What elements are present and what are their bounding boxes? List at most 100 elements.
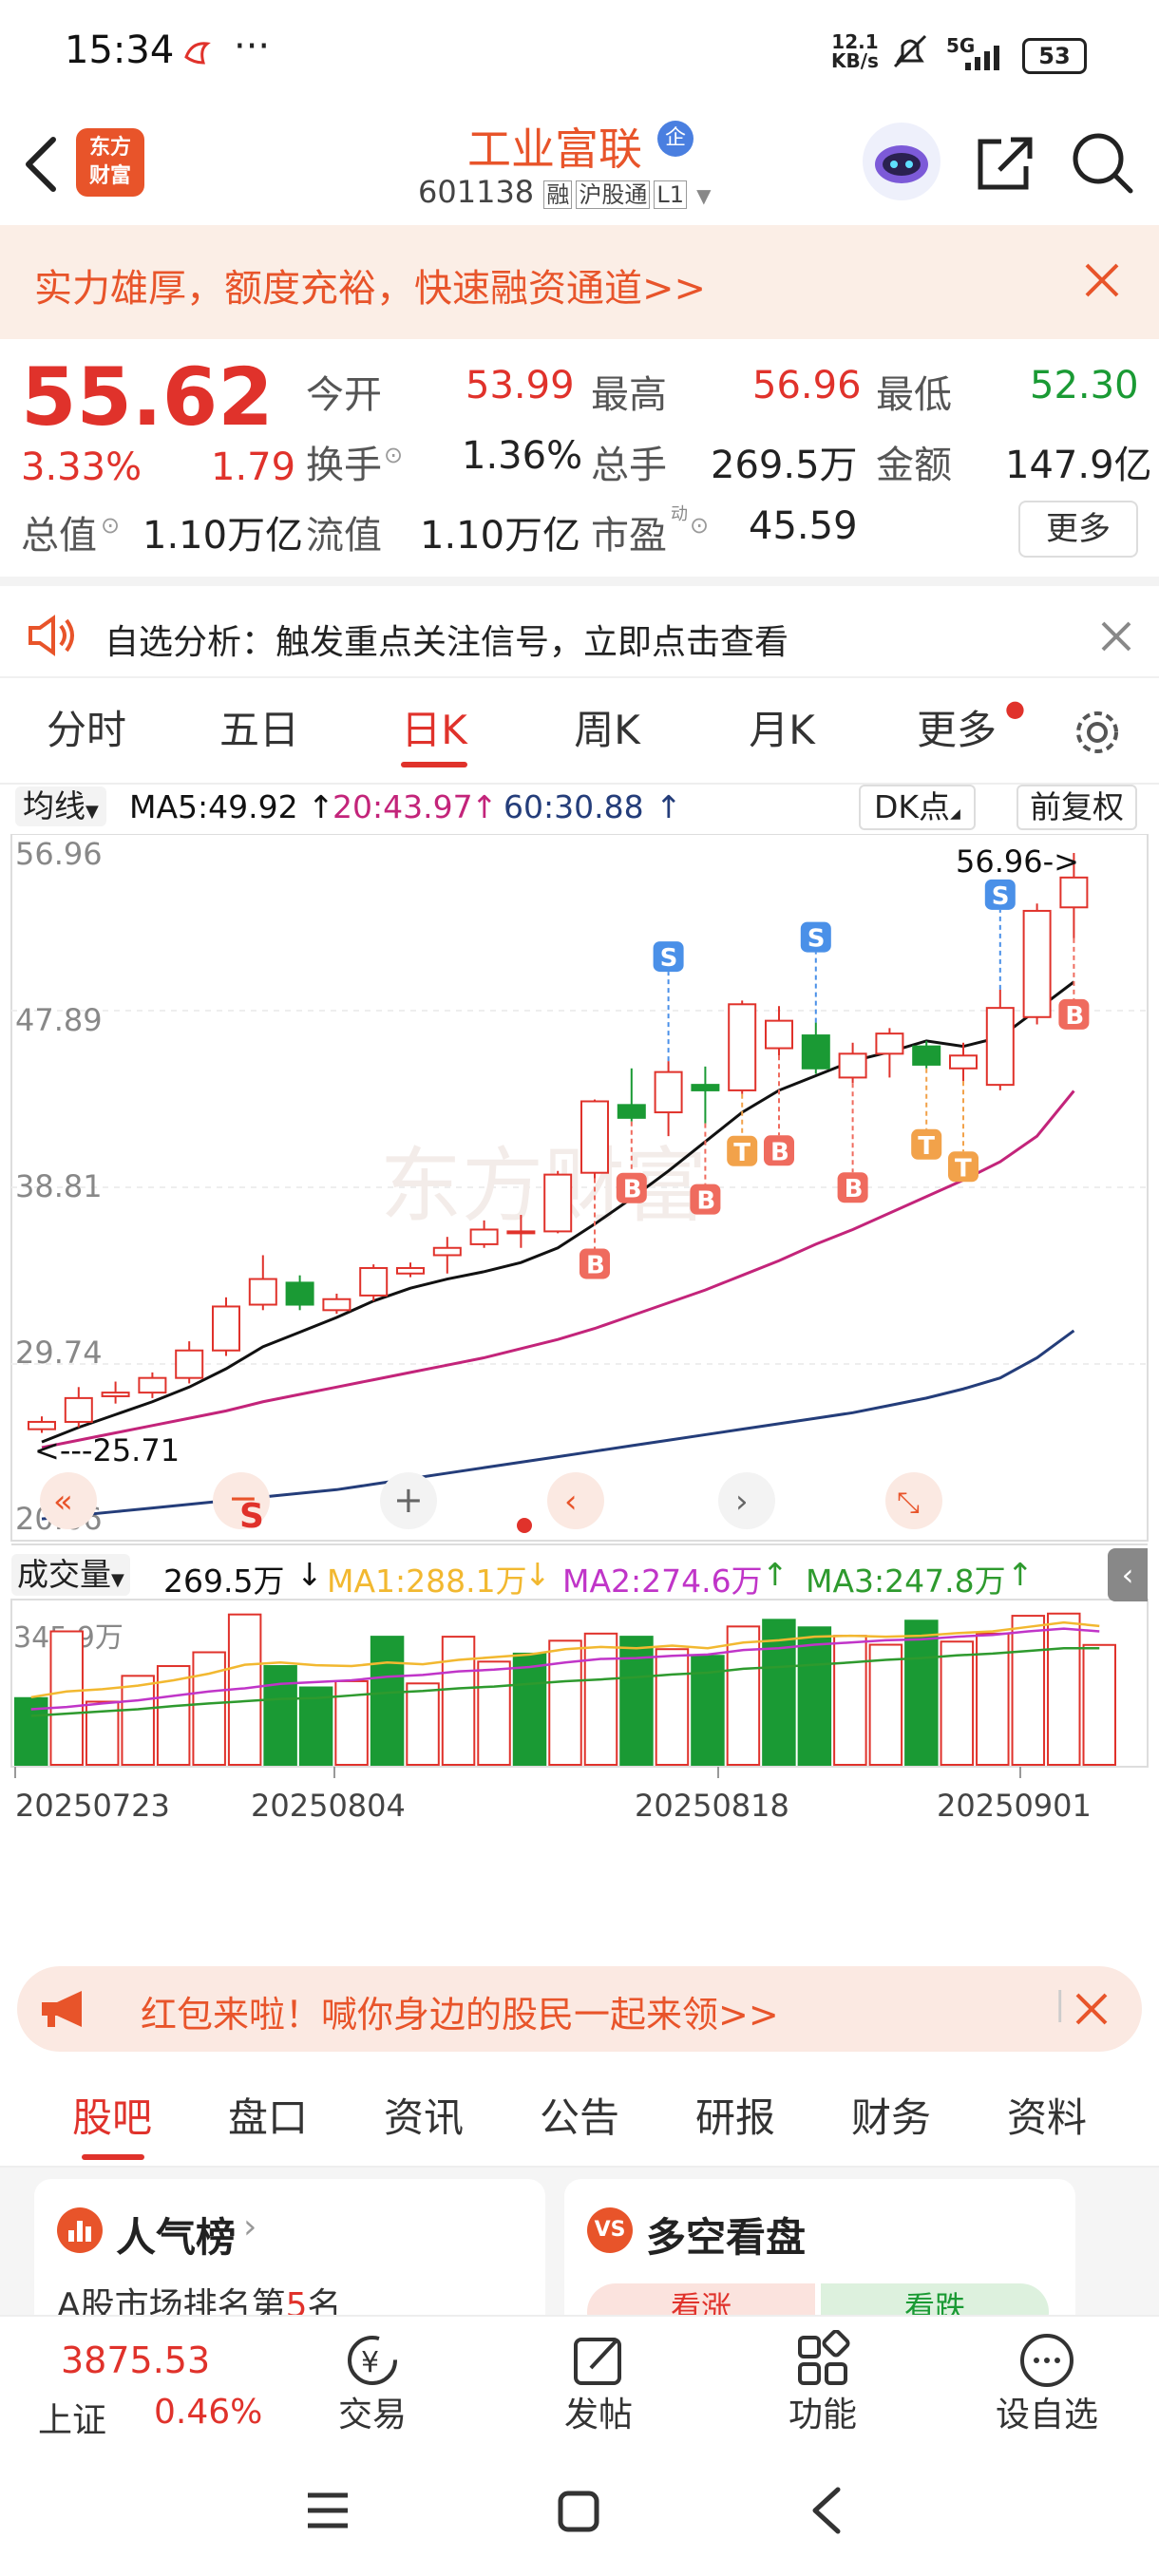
y-tick-label: 47.89 <box>15 1002 103 1038</box>
settings-gear-icon[interactable] <box>1072 707 1123 758</box>
more-dots-icon <box>1020 2334 1074 2387</box>
more-button[interactable]: 更多 <box>1018 501 1138 558</box>
trade-button[interactable]: ¥ 交易 <box>306 2317 439 2450</box>
candle[interactable] <box>691 1066 720 1124</box>
ma-selector[interactable]: 均线▼ <box>15 786 106 826</box>
red-packet-banner[interactable]: 红包来啦！喊你身边的股民一起来领>> | <box>17 1966 1142 2052</box>
tab-intraday[interactable]: 分时 <box>15 678 158 783</box>
kline-chart-area[interactable]: 东方财富 56.9647.8938.8129.7420.66 BBSBTBSBT… <box>0 833 1159 1888</box>
tab-more[interactable]: 更多 <box>885 678 1028 783</box>
candle[interactable] <box>248 1255 277 1311</box>
mktcap-info-icon[interactable]: ⊙ <box>101 512 120 539</box>
tab-monthly-k[interactable]: 月K <box>711 678 853 783</box>
volume-bar <box>904 1619 939 1766</box>
volume-bar <box>512 1652 547 1766</box>
candle[interactable] <box>580 1099 609 1179</box>
tab-five-day[interactable]: 五日 <box>188 678 331 783</box>
analysis-notice[interactable]: 自选分析：触发重点关注信号，立即点击查看 <box>0 577 1159 686</box>
candle[interactable] <box>617 1068 646 1122</box>
tab-profile[interactable]: 资料 <box>990 2071 1104 2166</box>
low-value: 52.30 <box>1030 364 1139 407</box>
post-button[interactable]: 发帖 <box>532 2317 665 2450</box>
net-speed-unit: KB/s <box>831 49 879 72</box>
candle[interactable] <box>543 1170 573 1234</box>
tab-finance[interactable]: 财务 <box>834 2071 948 2166</box>
index-widget[interactable]: 3875.53 上证 0.46% <box>38 2317 285 2450</box>
amount-value: 147.9亿 <box>1005 444 1152 487</box>
more-red-dot: ● <box>1005 695 1025 722</box>
collapse-panel-button[interactable]: ‹ <box>1108 1548 1148 1601</box>
long-short-card[interactable]: VS 多空看盘 看涨 看跌 <box>564 2179 1075 2315</box>
dk-point-toggle[interactable]: DK点◢ <box>859 785 976 830</box>
candle[interactable] <box>396 1262 425 1278</box>
candle[interactable] <box>101 1381 130 1404</box>
candle[interactable] <box>64 1387 93 1428</box>
volume-selector[interactable]: 成交量▼ <box>11 1554 130 1596</box>
candle[interactable] <box>175 1341 204 1384</box>
bearish-button[interactable]: 看跌 <box>821 2283 1049 2315</box>
tab-orderbook[interactable]: 盘口 <box>211 2071 325 2166</box>
candle[interactable] <box>985 989 1015 1090</box>
volume-bar <box>370 1636 405 1766</box>
back-icon[interactable] <box>809 2486 844 2535</box>
post-label: 发帖 <box>563 2396 633 2434</box>
candle[interactable] <box>728 1000 757 1094</box>
ma60-up-arrow-icon: ↑ <box>656 788 682 825</box>
popularity-card[interactable]: 人气榜 › A股市场排名第5名 <box>34 2179 545 2315</box>
open-label: 今开 <box>306 373 382 417</box>
candle[interactable] <box>654 1061 683 1137</box>
candle[interactable] <box>432 1237 462 1274</box>
tab-research[interactable]: 研报 <box>678 2071 792 2166</box>
candle[interactable] <box>212 1297 240 1356</box>
turnover-value: 1.36% <box>462 434 583 478</box>
share-icon[interactable] <box>973 128 1036 197</box>
rewind-icon: « <box>53 1483 73 1521</box>
stock-code-row[interactable]: 601138 融沪股通 L1 ▼ <box>418 174 712 210</box>
turnover-label: 换手 <box>306 444 382 487</box>
candle[interactable] <box>801 1022 830 1074</box>
candle[interactable] <box>949 1042 978 1082</box>
back-arrow-icon[interactable] <box>21 134 63 195</box>
vol-ma1-down-icon: ↓ <box>524 1556 551 1593</box>
add-watchlist-button[interactable]: 设自选 <box>980 2317 1113 2450</box>
tab-announcements[interactable]: 公告 <box>522 2071 636 2166</box>
app-logo[interactable]: 东方 财富 <box>76 128 144 197</box>
grid-apps-icon <box>798 2330 850 2385</box>
vol-ma2-up-icon: ↑ <box>762 1556 788 1593</box>
tab-weekly-k[interactable]: 周K <box>536 678 678 783</box>
search-icon[interactable] <box>1070 128 1136 197</box>
candle[interactable] <box>285 1275 314 1311</box>
candle[interactable] <box>838 1042 867 1084</box>
menu-icon[interactable] <box>306 2490 350 2531</box>
tab-forum[interactable]: 股吧 <box>55 2071 169 2166</box>
home-icon[interactable] <box>557 2490 600 2533</box>
system-navigation <box>0 2448 1159 2576</box>
close-notice-icon[interactable] <box>1100 620 1132 653</box>
promo-banner[interactable]: 实力雄厚，额度充裕，快速融资通道>> <box>0 225 1159 339</box>
index-name: 上证 <box>38 2401 107 2440</box>
turnover-info-icon[interactable]: ⊙ <box>384 442 403 468</box>
candle[interactable] <box>1022 903 1052 1025</box>
candle[interactable] <box>875 1028 904 1078</box>
candle[interactable] <box>322 1293 352 1315</box>
close-red-packet-icon[interactable] <box>1074 1991 1110 2027</box>
volume-bar <box>121 1675 155 1766</box>
float-label: 流值 <box>306 514 382 558</box>
quote-panel: 55.62 3.33% 1.79 今开 53.99 最高 56.96 最低 52… <box>0 339 1159 577</box>
candle[interactable] <box>138 1372 167 1398</box>
candle[interactable] <box>28 1416 56 1433</box>
red-packet-divider: | <box>1054 1985 1066 2023</box>
ma20-value: 20:43.97 <box>332 788 473 825</box>
ma-legend: 均线▼ MA5:49.92 ↑ 20:43.97 ↑ 60:30.88 ↑ DK… <box>0 781 1159 834</box>
candle[interactable] <box>765 1006 793 1056</box>
index-percent: 0.46% <box>154 2393 263 2432</box>
adjust-mode-button[interactable]: 前复权 <box>1016 785 1137 830</box>
bullish-button[interactable]: 看涨 <box>587 2283 815 2315</box>
pe-info-icon[interactable]: ⊙ <box>690 512 709 539</box>
candle[interactable] <box>359 1264 389 1301</box>
function-button[interactable]: 功能 <box>756 2317 889 2450</box>
dk-caret-icon: ◢ <box>950 806 960 822</box>
assistant-avatar[interactable] <box>863 123 940 200</box>
close-icon[interactable] <box>1083 261 1121 299</box>
tab-news[interactable]: 资讯 <box>367 2071 481 2166</box>
